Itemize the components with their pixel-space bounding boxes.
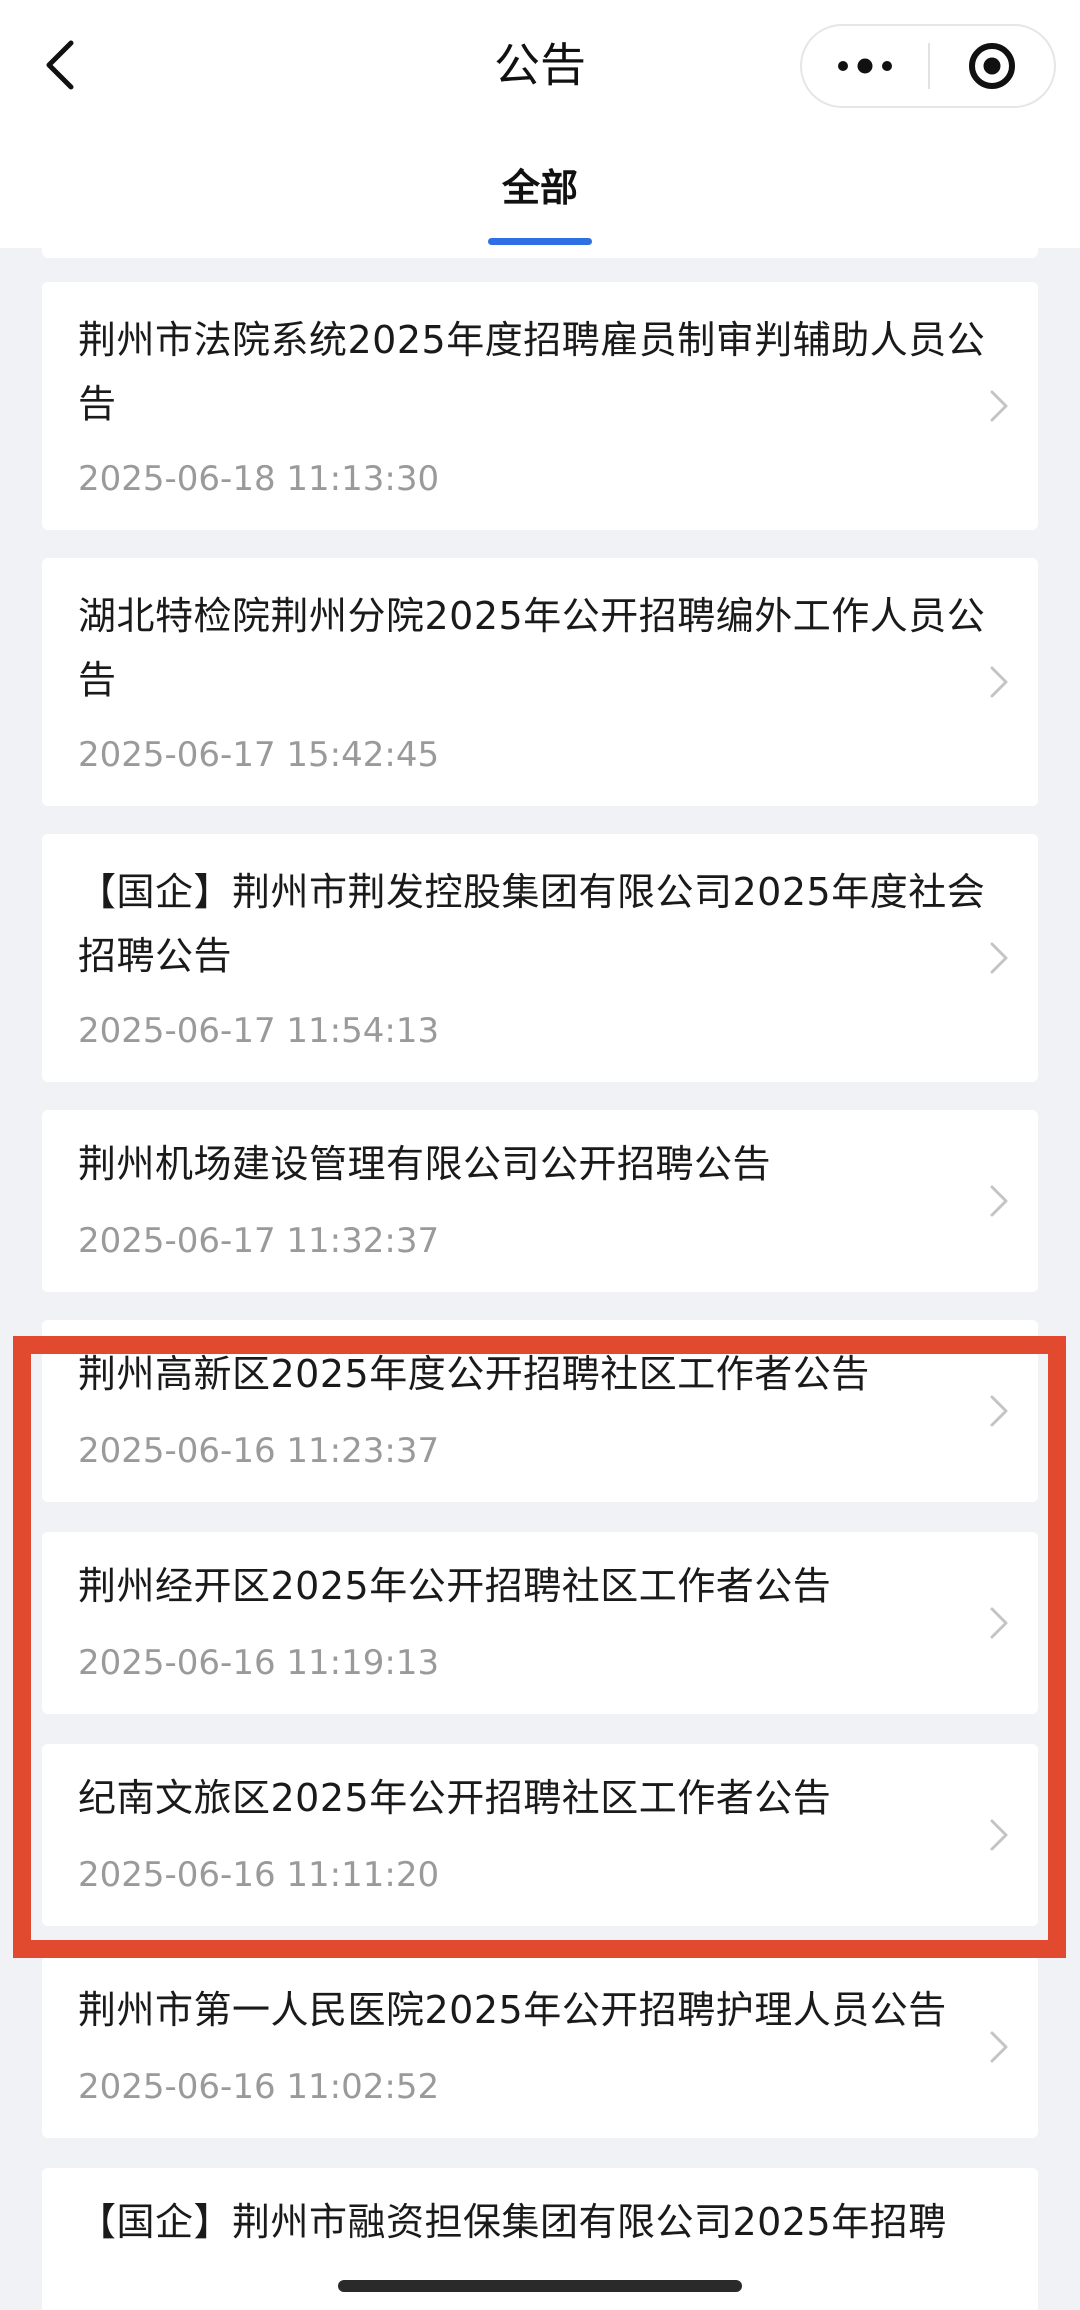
- announcement-date: 2025-06-16 11:23:37: [78, 1431, 440, 1471]
- announcement-title: 荆州市法院系统2025年度招聘雇员制审判辅助人员公告: [78, 318, 986, 426]
- announcement-date: 2025-06-18 11:13:30: [78, 459, 440, 499]
- announcement-date: 2025-06-17 15:42:45: [78, 735, 440, 775]
- list-item[interactable]: 【国企】荆州市荆发控股集团有限公司2025年度社会招聘公告 2025-06-17…: [42, 834, 1038, 1082]
- announcement-date: 2025-06-16 11:11:20: [78, 1855, 440, 1895]
- list-item[interactable]: 湖北特检院荆州分院2025年公开招聘编外工作人员公告 2025-06-17 15…: [42, 558, 1038, 806]
- more-button[interactable]: [802, 26, 928, 106]
- announcement-date: 2025-06-16 11:19:13: [78, 1643, 440, 1683]
- tab-all[interactable]: 全部: [470, 150, 610, 248]
- home-indicator: [338, 2280, 742, 2292]
- more-dots-icon: [838, 58, 892, 74]
- list-item[interactable]: 荆州经开区2025年公开招聘社区工作者公告 2025-06-16 11:19:1…: [42, 1532, 1038, 1714]
- chevron-right-icon: [988, 2029, 1010, 2065]
- mini-program-capsule: [800, 24, 1056, 108]
- chevron-right-icon: [988, 940, 1010, 976]
- announcement-title: 纪南文旅区2025年公开招聘社区工作者公告: [78, 1776, 832, 1820]
- chevron-right-icon: [988, 1183, 1010, 1219]
- header: 公告 全部: [0, 0, 1080, 248]
- announcement-title: 荆州高新区2025年度公开招聘社区工作者公告: [78, 1352, 870, 1396]
- announcement-title: 荆州经开区2025年公开招聘社区工作者公告: [78, 1564, 832, 1608]
- list-item[interactable]: 荆州高新区2025年度公开招聘社区工作者公告 2025-06-16 11:23:…: [42, 1320, 1038, 1502]
- announcement-date: 2025-06-17 11:54:13: [78, 1011, 440, 1051]
- chevron-right-icon: [988, 664, 1010, 700]
- announcement-title: 【国企】荆州市融资担保集团有限公司2025年招聘: [78, 2200, 947, 2244]
- announcement-title: 湖北特检院荆州分院2025年公开招聘编外工作人员公告: [78, 594, 986, 702]
- tab-all-label: 全部: [501, 166, 578, 210]
- list-item: [42, 248, 1038, 258]
- chevron-right-icon: [988, 388, 1010, 424]
- announcement-title: 荆州市第一人民医院2025年公开招聘护理人员公告: [78, 1988, 947, 2032]
- chevron-right-icon: [988, 1605, 1010, 1641]
- tab-active-indicator: [488, 238, 592, 245]
- list-item[interactable]: 荆州机场建设管理有限公司公开招聘公告 2025-06-17 11:32:37: [42, 1110, 1038, 1292]
- list-item[interactable]: 荆州市第一人民医院2025年公开招聘护理人员公告 2025-06-16 11:0…: [42, 1956, 1038, 2138]
- target-circle-icon: [968, 43, 1015, 89]
- announcement-title: 【国企】荆州市荆发控股集团有限公司2025年度社会招聘公告: [78, 870, 986, 978]
- chevron-right-icon: [988, 1817, 1010, 1853]
- announcement-date: 2025-06-17 11:32:37: [78, 1221, 440, 1261]
- announcement-date: 2025-06-16 11:02:52: [78, 2067, 440, 2107]
- announcement-list[interactable]: 荆州市法院系统2025年度招聘雇员制审判辅助人员公告 2025-06-18 11…: [0, 248, 1080, 2310]
- close-mini-program-button[interactable]: [930, 26, 1054, 106]
- announcement-title: 荆州机场建设管理有限公司公开招聘公告: [78, 1142, 772, 1186]
- list-item[interactable]: 纪南文旅区2025年公开招聘社区工作者公告 2025-06-16 11:11:2…: [42, 1744, 1038, 1926]
- list-item[interactable]: 荆州市法院系统2025年度招聘雇员制审判辅助人员公告 2025-06-18 11…: [42, 282, 1038, 530]
- app-root: 公告 全部 荆州市法院系统2025年度招聘雇员制审判辅助人员公告 2025-06…: [0, 0, 1080, 2310]
- chevron-right-icon: [988, 1393, 1010, 1429]
